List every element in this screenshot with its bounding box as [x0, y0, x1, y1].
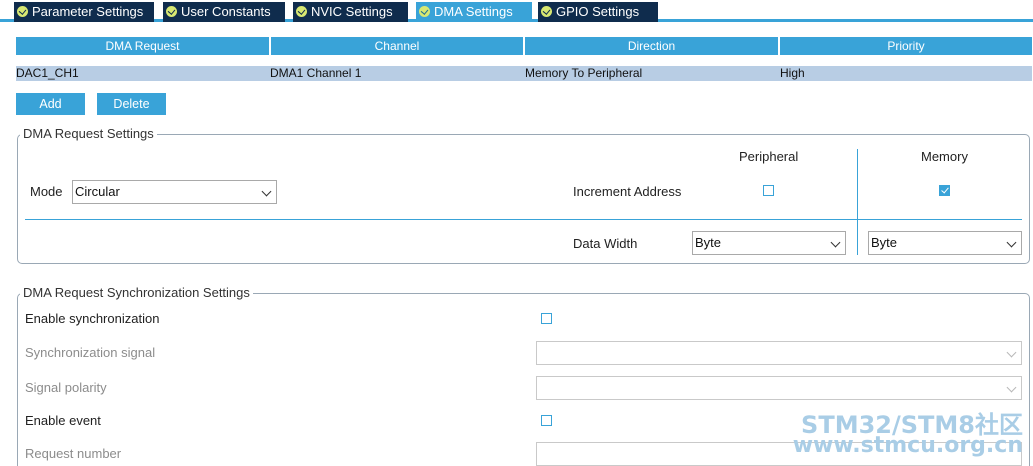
- chevron-down-icon: [1006, 382, 1017, 393]
- column-header-priority[interactable]: Priority: [780, 37, 1032, 55]
- increment-address-label: Increment Address: [573, 184, 682, 199]
- data-width-label: Data Width: [573, 236, 638, 251]
- tab-nvic-settings[interactable]: NVIC Settings: [293, 2, 408, 22]
- column-header-channel[interactable]: Channel: [271, 37, 523, 55]
- mode-select[interactable]: Circular: [72, 180, 277, 204]
- check-circle-icon: [419, 6, 430, 17]
- tab-gpio-settings[interactable]: GPIO Settings: [538, 2, 658, 22]
- memory-header: Memory: [921, 149, 968, 164]
- tab-user-constants[interactable]: User Constants: [163, 2, 285, 22]
- peripheral-header: Peripheral: [739, 149, 799, 164]
- dma-table-header: DMA Request Channel Direction Priority: [16, 37, 1032, 55]
- chevron-down-icon: [1006, 237, 1017, 248]
- column-divider: [857, 149, 858, 255]
- dma-request-settings-legend: DMA Request Settings: [20, 126, 157, 141]
- signal-polarity-select[interactable]: [536, 376, 1022, 400]
- cell-priority: High: [780, 66, 805, 80]
- dma-sync-settings-legend: DMA Request Synchronization Settings: [20, 285, 253, 300]
- tab-label: NVIC Settings: [311, 4, 393, 19]
- check-circle-icon: [541, 6, 552, 17]
- column-header-direction[interactable]: Direction: [525, 37, 778, 55]
- peripheral-increment-checkbox[interactable]: [763, 185, 774, 196]
- mode-value: Circular: [75, 184, 120, 199]
- tab-label: GPIO Settings: [556, 4, 640, 19]
- column-header-dma-request[interactable]: DMA Request: [16, 37, 269, 55]
- mode-label: Mode: [30, 184, 63, 199]
- chevron-down-icon: [830, 237, 841, 248]
- check-circle-icon: [296, 6, 307, 17]
- sync-signal-select[interactable]: [536, 341, 1022, 365]
- peripheral-data-width-value: Byte: [695, 235, 722, 250]
- enable-sync-label: Enable synchronization: [25, 311, 160, 326]
- cell-dma-request: DAC1_CH1: [16, 66, 79, 80]
- watermark-url: www.stmcu.org.cn: [792, 433, 1023, 458]
- section-divider: [25, 219, 1022, 220]
- add-button[interactable]: Add: [16, 93, 85, 115]
- table-row[interactable]: DAC1_CH1 DMA1 Channel 1 Memory To Periph…: [16, 66, 1032, 81]
- tab-label: DMA Settings: [434, 4, 513, 19]
- check-circle-icon: [166, 6, 177, 17]
- tab-dma-settings[interactable]: DMA Settings: [416, 2, 532, 22]
- memory-data-width-value: Byte: [871, 235, 898, 250]
- enable-sync-checkbox[interactable]: [541, 313, 552, 324]
- tab-label: User Constants: [181, 4, 271, 19]
- delete-button[interactable]: Delete: [97, 93, 166, 115]
- check-circle-icon: [17, 6, 28, 17]
- peripheral-data-width-select[interactable]: Byte: [692, 231, 846, 255]
- memory-increment-checkbox[interactable]: [939, 185, 950, 196]
- chevron-down-icon: [261, 186, 272, 197]
- chevron-down-icon: [1006, 347, 1017, 358]
- sync-signal-label: Synchronization signal: [25, 345, 156, 360]
- request-number-label: Request number: [25, 446, 122, 461]
- enable-event-label: Enable event: [25, 413, 101, 428]
- tab-parameter-settings[interactable]: Parameter Settings: [14, 2, 154, 22]
- signal-polarity-label: Signal polarity: [25, 380, 107, 395]
- tab-label: Parameter Settings: [32, 4, 144, 19]
- memory-data-width-select[interactable]: Byte: [868, 231, 1022, 255]
- tab-bar: Parameter Settings User Constants NVIC S…: [0, 0, 1033, 22]
- enable-event-checkbox[interactable]: [541, 415, 552, 426]
- cell-channel: DMA1 Channel 1: [270, 66, 362, 80]
- cell-direction: Memory To Peripheral: [525, 66, 643, 80]
